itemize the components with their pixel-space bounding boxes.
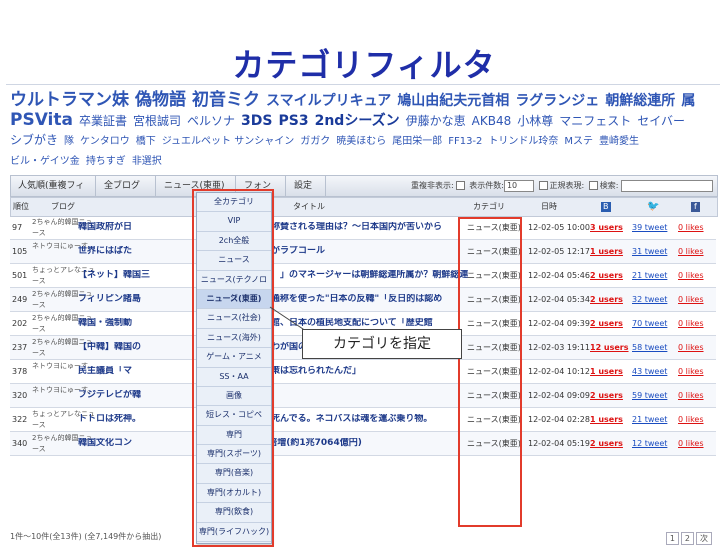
callout-pointer xyxy=(269,306,307,332)
screenshot-panel: ウルトラマン妹 偽物語 初音ミク スマイルプリキュア 鳩山由紀夫元首相 ラグランジェ 朝鮮総… xyxy=(6,84,720,547)
slide-title: カテゴリフィルタ xyxy=(232,46,496,84)
callout-label: カテゴリを指定 xyxy=(302,329,462,359)
